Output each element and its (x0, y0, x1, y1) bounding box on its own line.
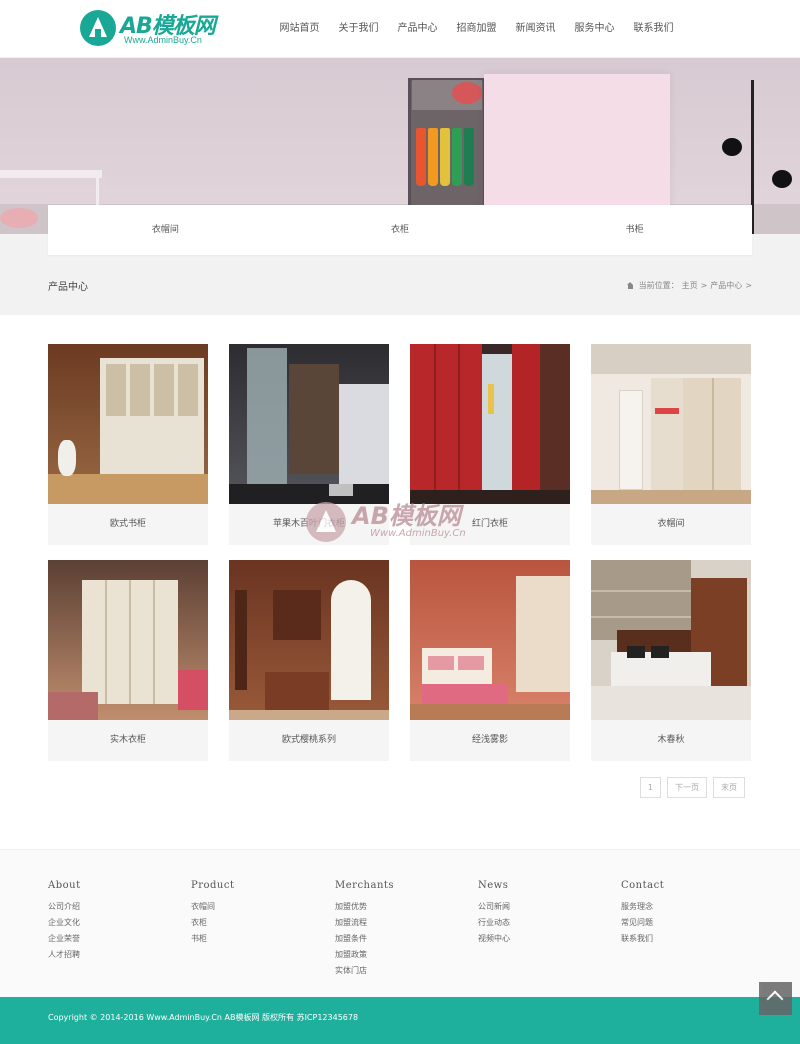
footer-col-news: News 公司新闻 行业动态 视频中心 (478, 880, 608, 947)
pagination: 1 下一页 末页 (639, 777, 745, 798)
nav-item-home[interactable]: 网站首页 (270, 0, 329, 58)
logo-icon (80, 10, 116, 46)
product-card[interactable]: 木春秋 (591, 560, 751, 761)
footer-col-product: Product 衣帽间 衣柜 书柜 (191, 880, 321, 947)
footer-link[interactable]: 联系我们 (621, 931, 751, 947)
page-last[interactable]: 末页 (713, 777, 745, 798)
footer-link[interactable]: 服务理念 (621, 899, 751, 915)
product-card[interactable]: 红门衣柜 (410, 344, 570, 545)
product-name[interactable]: 欧式樱桃系列 (229, 720, 389, 761)
page-next[interactable]: 下一页 (667, 777, 707, 798)
copyright-text: Copyright © 2014-2016 Www.AdminBuy.Cn AB… (48, 1013, 359, 1022)
product-image-bedroom-wood[interactable] (591, 560, 751, 720)
footer-col-about: About 公司介绍 企业文化 企业荣誉 人才招聘 (48, 880, 178, 963)
home-icon (626, 282, 634, 289)
breadcrumb-current[interactable]: 产品中心 (710, 280, 742, 291)
product-card[interactable]: 衣帽间 (591, 344, 751, 545)
site-footer: About 公司介绍 企业文化 企业荣誉 人才招聘 Product 衣帽间 衣柜… (0, 849, 800, 997)
footer-link[interactable]: 衣柜 (191, 915, 321, 931)
product-name[interactable]: 实木衣柜 (48, 720, 208, 761)
footer-link[interactable]: 公司新闻 (478, 899, 608, 915)
footer-link[interactable]: 常见问题 (621, 915, 751, 931)
product-name[interactable]: 欧式书柜 (48, 504, 208, 545)
footer-link[interactable]: 加盟优势 (335, 899, 465, 915)
footer-link[interactable]: 企业文化 (48, 915, 178, 931)
footer-link[interactable]: 人才招聘 (48, 947, 178, 963)
footer-link[interactable]: 加盟条件 (335, 931, 465, 947)
footer-col-contact: Contact 服务理念 常见问题 联系我们 (621, 880, 751, 947)
footer-link[interactable]: 加盟流程 (335, 915, 465, 931)
copyright-bar: Copyright © 2014-2016 Www.AdminBuy.Cn AB… (0, 997, 800, 1044)
tab-cloakroom[interactable]: 衣帽间 (48, 205, 283, 255)
tab-bookcase[interactable]: 书柜 (517, 205, 752, 255)
product-image-solid-wood-wardrobe[interactable] (48, 560, 208, 720)
product-card[interactable]: 欧式书柜 (48, 344, 208, 545)
product-image-sliding-wardrobe[interactable] (591, 344, 751, 504)
breadcrumb: 当前位置： 主页 > 产品中心 > (626, 280, 752, 291)
product-card[interactable]: 实木衣柜 (48, 560, 208, 761)
product-card[interactable]: 欧式樱桃系列 (229, 560, 389, 761)
nav-item-about[interactable]: 关于我们 (329, 0, 388, 58)
footer-link[interactable]: 公司介绍 (48, 899, 178, 915)
footer-link[interactable]: 行业动态 (478, 915, 608, 931)
site-header: AB模板网 Www.AdminBuy.Cn 网站首页 关于我们 产品中心 招商加… (0, 0, 800, 58)
product-image-bedroom-pink[interactable] (410, 560, 570, 720)
product-image-cherry-walkin[interactable] (229, 560, 389, 720)
product-image-red-wardrobe[interactable] (410, 344, 570, 504)
product-name[interactable]: 红门衣柜 (410, 504, 570, 545)
footer-link[interactable]: 实体门店 (335, 963, 465, 979)
footer-col-merchants: Merchants 加盟优势 加盟流程 加盟条件 加盟政策 实体门店 (335, 880, 465, 979)
product-name[interactable]: 衣帽间 (591, 504, 751, 545)
product-name[interactable]: 苹果木百叶门衣柜 (229, 504, 389, 545)
site-logo[interactable]: AB模板网 Www.AdminBuy.Cn (80, 8, 230, 48)
subcategory-tabs: 衣帽间 衣柜 书柜 (48, 205, 752, 255)
breadcrumb-home[interactable]: 主页 (682, 280, 698, 291)
logo-subtitle: Www.AdminBuy.Cn (124, 35, 202, 45)
nav-item-franchise[interactable]: 招商加盟 (447, 0, 506, 58)
nav-item-service[interactable]: 服务中心 (565, 0, 624, 58)
page-current[interactable]: 1 (639, 777, 661, 798)
product-card[interactable]: 苹果木百叶门衣柜 (229, 344, 389, 545)
product-card[interactable]: 经浅雾影 (410, 560, 570, 761)
product-image-glass-wardrobe[interactable] (229, 344, 389, 504)
section-title: 产品中心 (48, 282, 88, 293)
nav-item-news[interactable]: 新闻资讯 (506, 0, 565, 58)
product-name[interactable]: 木春秋 (591, 720, 751, 761)
product-image-bookcase[interactable] (48, 344, 208, 504)
footer-link[interactable]: 加盟政策 (335, 947, 465, 963)
footer-link[interactable]: 视频中心 (478, 931, 608, 947)
back-to-top-button[interactable] (759, 982, 792, 1015)
tab-wardrobe[interactable]: 衣柜 (283, 205, 518, 255)
nav-item-contact[interactable]: 联系我们 (624, 0, 683, 58)
footer-link[interactable]: 衣帽间 (191, 899, 321, 915)
nav-item-products[interactable]: 产品中心 (388, 0, 447, 58)
main-nav: 网站首页 关于我们 产品中心 招商加盟 新闻资讯 服务中心 联系我们 (270, 0, 683, 58)
footer-link[interactable]: 书柜 (191, 931, 321, 947)
product-name[interactable]: 经浅雾影 (410, 720, 570, 761)
footer-link[interactable]: 企业荣誉 (48, 931, 178, 947)
